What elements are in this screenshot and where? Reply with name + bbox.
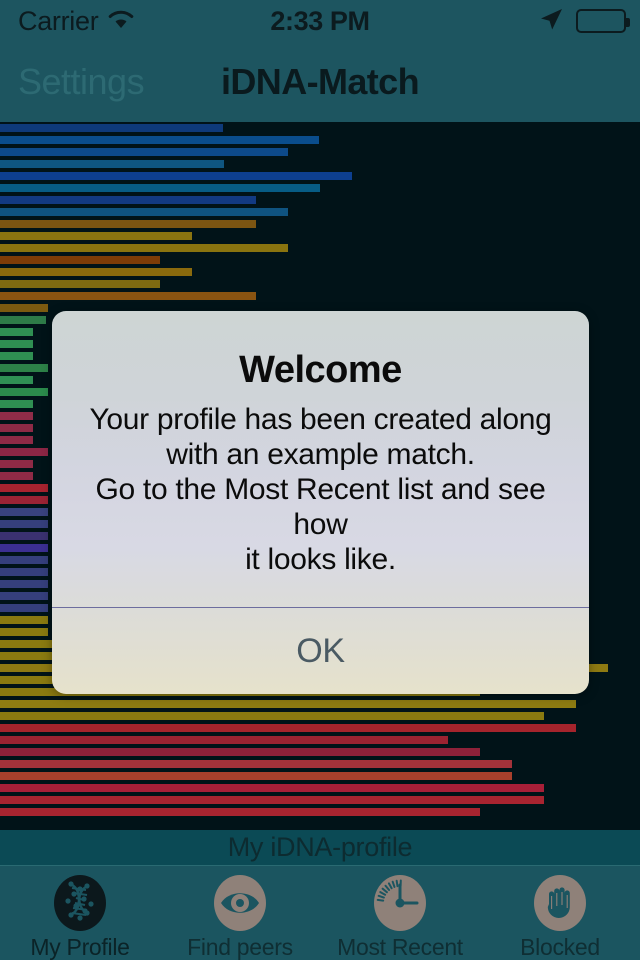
hand-stop-icon (528, 874, 592, 932)
dna-bar (0, 184, 320, 192)
profile-label: My iDNA-profile (227, 832, 413, 862)
alert-title: Welcome (239, 349, 402, 391)
dna-bar (0, 328, 33, 336)
status-bar-right (538, 0, 630, 42)
tab-label: Find peers (187, 934, 293, 960)
alert-body: Welcome Your profile has been created al… (52, 311, 589, 607)
dna-bar (0, 412, 33, 420)
alert-message: Your profile has been created along with … (74, 402, 567, 577)
dna-bar (0, 292, 256, 300)
dna-bar (0, 484, 48, 492)
dna-bar (0, 232, 192, 240)
dna-bar (0, 784, 544, 792)
dna-bar (0, 472, 33, 480)
dna-bar (0, 460, 33, 468)
alert-message-line: Your profile has been created along (89, 403, 552, 436)
dna-bar (0, 316, 46, 324)
page-title: iDNA-Match (221, 61, 420, 102)
dna-bar (0, 244, 288, 252)
eye-icon (208, 874, 272, 932)
dna-bar (0, 724, 576, 732)
dna-bar (0, 748, 480, 756)
dna-bar (0, 700, 576, 708)
dna-bar (0, 616, 48, 624)
battery-full-icon (576, 9, 630, 33)
dna-bar (0, 796, 544, 804)
dna-bar (0, 268, 192, 276)
dna-bar (0, 352, 33, 360)
tab-label: My Profile (30, 934, 130, 960)
dna-bar (0, 376, 33, 384)
profile-label-bar: My iDNA-profile (0, 830, 640, 866)
dna-bar (0, 304, 48, 312)
dna-bar (0, 220, 256, 228)
tab-item-find-peers[interactable]: Find peers (160, 866, 320, 960)
dna-bar (0, 280, 160, 288)
dna-bar (0, 736, 448, 744)
dna-bar (0, 628, 48, 636)
alert-message-line: it looks like. (245, 543, 396, 576)
alert-ok-button[interactable]: OK (52, 608, 589, 694)
tab-bar: My Profile Find peers Most Recent Blocked (0, 866, 640, 960)
tab-item-blocked[interactable]: Blocked (480, 866, 640, 960)
tab-item-most-recent[interactable]: Most Recent (320, 866, 480, 960)
dna-bar (0, 580, 48, 588)
dna-bar (0, 604, 48, 612)
tab-label: Blocked (520, 934, 600, 960)
dna-bar (0, 136, 319, 144)
dna-helix-icon (48, 874, 112, 932)
dna-bar (0, 772, 512, 780)
app-screen: Carrier 2:33 PM Settings iDNA-Match My i… (0, 0, 640, 960)
dna-bar (0, 532, 48, 540)
tab-item-my-profile[interactable]: My Profile (0, 866, 160, 960)
dna-bar (0, 520, 48, 528)
dna-bar (0, 172, 352, 180)
dna-bar (0, 424, 33, 432)
dna-bar (0, 808, 480, 816)
dna-bar (0, 124, 223, 132)
dna-bar (0, 148, 288, 156)
dna-bar (0, 208, 288, 216)
dna-bar (0, 196, 256, 204)
location-arrow-icon (538, 6, 564, 37)
alert-message-line: with an example match. (166, 438, 475, 471)
status-bar: Carrier 2:33 PM (0, 0, 640, 42)
alert-message-line: Go to the Most Recent list and see how (95, 473, 546, 541)
dna-bar (0, 712, 544, 720)
dna-bar (0, 364, 48, 372)
tab-label: Most Recent (337, 934, 463, 960)
dna-bar (0, 160, 224, 168)
dna-bar (0, 256, 160, 264)
dna-bar (0, 400, 33, 408)
dna-bar (0, 592, 48, 600)
dna-bar (0, 388, 48, 396)
welcome-alert-dialog: Welcome Your profile has been created al… (52, 311, 589, 694)
dna-bar (0, 436, 33, 444)
dna-bar (0, 496, 48, 504)
dna-bar (0, 544, 48, 552)
dna-bar (0, 340, 33, 348)
dna-bar (0, 760, 512, 768)
navigation-bar: Settings iDNA-Match (0, 42, 640, 122)
gauge-icon (368, 874, 432, 932)
dna-bar (0, 448, 48, 456)
dna-bar (0, 568, 48, 576)
dna-bar (0, 508, 48, 516)
dna-bar (0, 556, 48, 564)
